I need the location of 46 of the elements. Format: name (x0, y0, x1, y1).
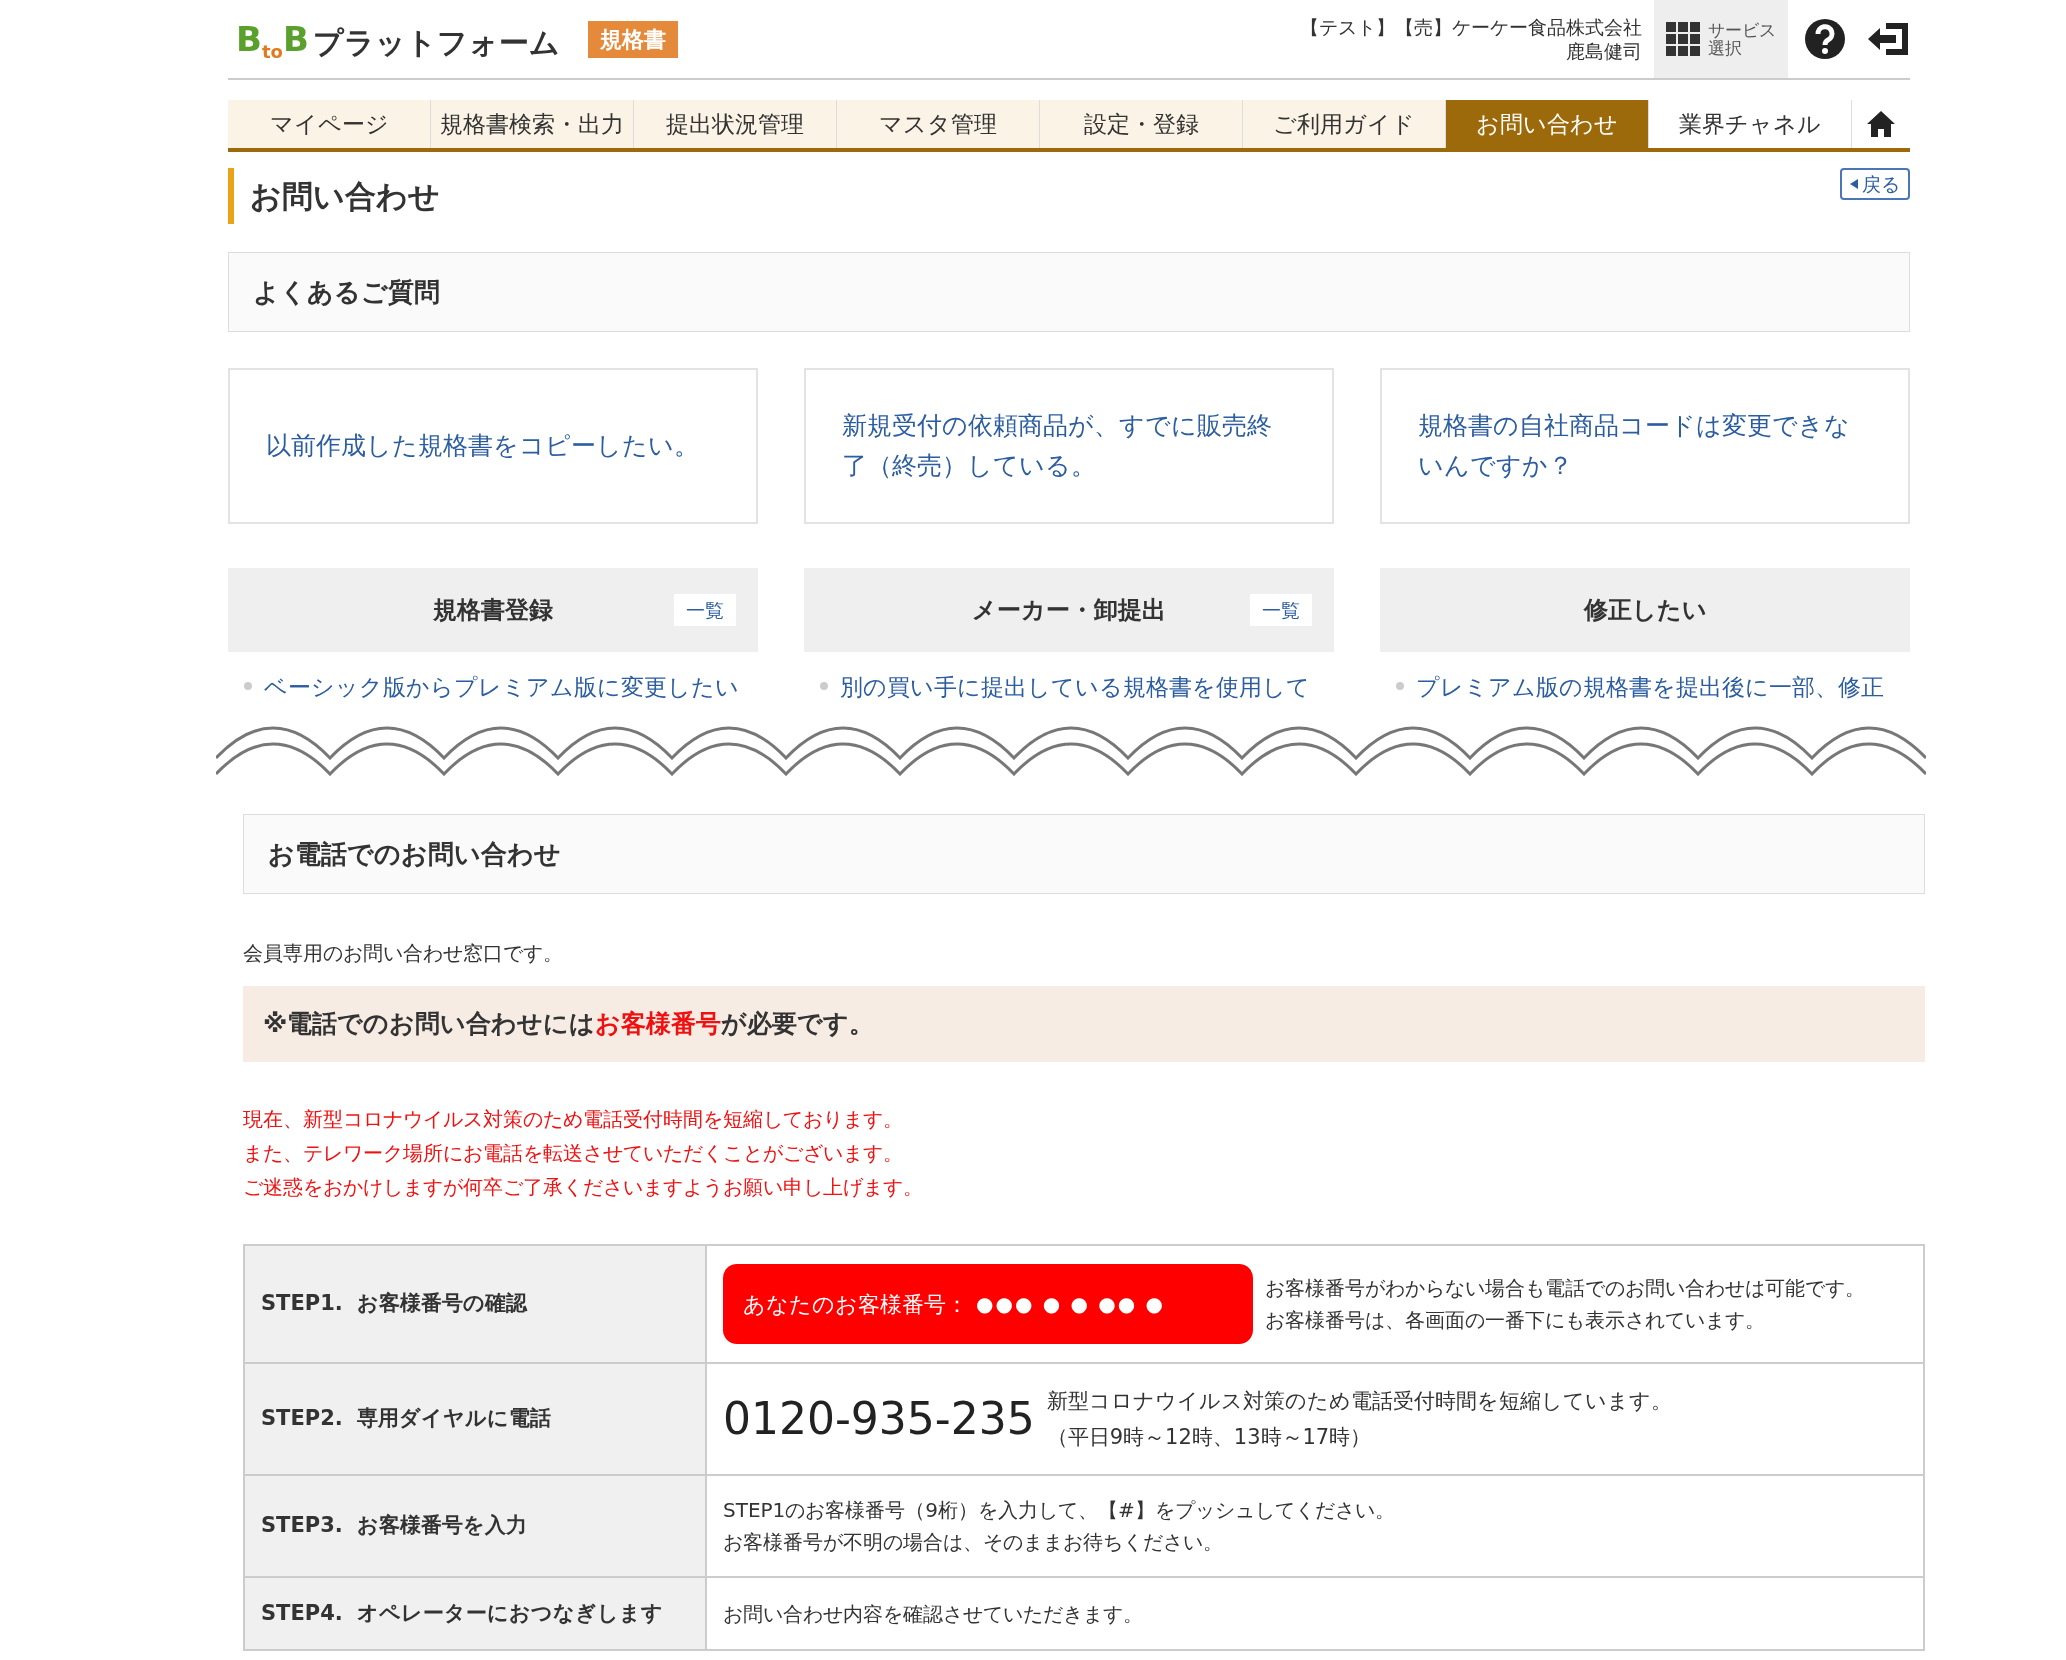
step-text: お客様番号がわからない場合も電話でのお問い合わせは可能です。 お客様番号は、各画面の一番下にも表示されています。 (1265, 1275, 1865, 1334)
page-title: お問い合わせ (228, 168, 440, 224)
faq-card[interactable]: 新規受付の依頼商品が、すでに販売終了（終売）している。 (804, 368, 1334, 524)
home-icon (1866, 110, 1896, 138)
nav-tab[interactable]: 業界チャネル (1649, 100, 1852, 148)
nav-tab[interactable]: お問い合わせ (1446, 100, 1649, 148)
faq-item[interactable]: ベーシック版からプレミアム版に変更したい (228, 670, 758, 705)
logout-icon[interactable] (1866, 21, 1910, 57)
step-label: STEP2. 専用ダイヤルに電話 (244, 1363, 706, 1475)
phone-number: 0120-935-235 (723, 1392, 1035, 1446)
customer-number-badge: あなたのお客様番号： ●●● ● ● ●● ● (723, 1264, 1253, 1344)
bullet-icon (1396, 682, 1404, 690)
nav-tab[interactable]: マイページ (228, 100, 431, 148)
faq-card[interactable]: 規格書の自社商品コードは変更できないんですか？ (1380, 368, 1910, 524)
faq-card[interactable]: 以前作成した規格書をコピーしたい。 (228, 368, 758, 524)
grid-icon (1666, 22, 1700, 56)
bullet-icon (244, 682, 252, 690)
list-link[interactable]: 一覧 (1250, 593, 1312, 627)
back-button[interactable]: 戻る (1840, 168, 1910, 200)
category-title: 規格書登録 (433, 595, 553, 626)
phone-heading: お電話でのお問い合わせ (243, 814, 1925, 894)
faq-heading: よくあるご質問 (228, 252, 1910, 332)
category-title: 修正したい (1583, 595, 1707, 626)
nav-tab[interactable]: マスタ管理 (837, 100, 1040, 148)
triangle-icon (1850, 179, 1858, 189)
user-info: 【テスト】【売】ケーケー食品株式会社 鹿島健司 (1300, 15, 1642, 63)
nav-tab[interactable]: 設定・登録 (1040, 100, 1243, 148)
warning-text: 現在、新型コロナウイルス対策のため電話受付時間を短縮しております。 また、テレワーク場所にお電話を転送させていただくことがございます。 ご迷惑をおかけしますが何卒ご了承くださいますようお願い申し上げます。 (243, 1106, 924, 1201)
intro-text: 会員専用のお問い合わせ窓口です。 (243, 940, 564, 967)
bullet-icon (820, 682, 828, 690)
step-label: STEP4. オペレーターにおつなぎします (244, 1577, 706, 1650)
step-label: STEP3. お客様番号を入力 (244, 1475, 706, 1577)
nav-tab[interactable]: 提出状況管理 (634, 100, 837, 148)
nav-tab[interactable]: 規格書検索・出力 (431, 100, 634, 148)
step-label: STEP1. お客様番号の確認 (244, 1245, 706, 1363)
help-icon[interactable] (1804, 18, 1846, 60)
step-text: お問い合わせ内容を確認させていただきます。 (723, 1600, 1143, 1628)
faq-item[interactable]: プレミアム版の規格書を提出後に一部、修正 (1380, 670, 1910, 705)
step-text: STEP1のお客様番号（9桁）を入力して、【#】をプッシュしてください。 お客様番号が不明の場合は、そのままお待ちください。 (723, 1497, 1395, 1556)
logo-badge: 規格書 (587, 20, 678, 58)
notice-text: ※電話でのお問い合わせにはお客様番号が必要です。 (243, 986, 1925, 1062)
faq-item[interactable]: 別の買い手に提出している規格書を使用して (804, 670, 1334, 705)
step-text: 新型コロナウイルス対策のため電話受付時間を短縮しています。 （平日9時～12時、13時～17時） (1046, 1388, 1672, 1451)
list-link[interactable]: 一覧 (674, 593, 736, 627)
category-title: メーカー・卸提出 (972, 595, 1166, 626)
service-select-button[interactable]: サービス 選択 (1654, 0, 1788, 78)
